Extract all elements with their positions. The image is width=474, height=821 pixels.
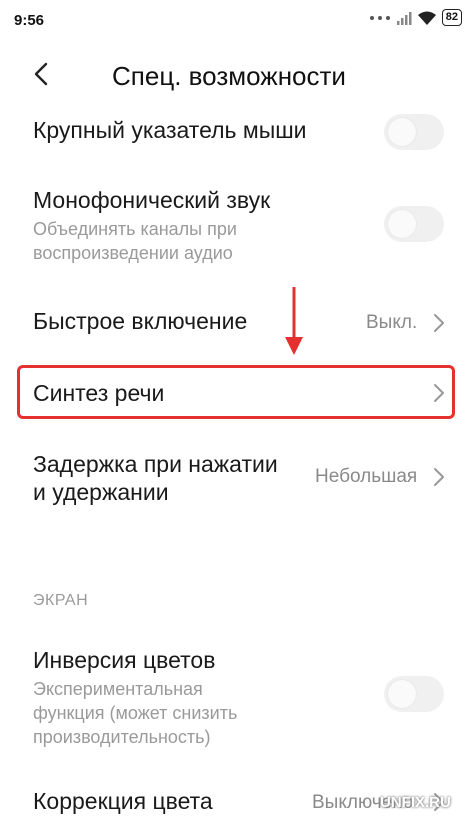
setting-subtitle: воспроизведении аудио [33,243,233,263]
status-bar: 9:56 82 [0,0,474,44]
setting-value: Выкл. [366,312,418,333]
status-time: 9:56 [14,12,45,29]
setting-value: Небольшая [315,466,418,487]
alarm-dots-icon [369,15,390,20]
battery-indicator: 82 [441,9,462,26]
chevron-right-icon [434,314,444,332]
chevron-right-icon [434,468,444,486]
signal-icon [396,11,412,25]
setting-mono-audio[interactable]: Монофонический звук Объединять каналы пр… [0,180,474,270]
status-icons: 82 [369,9,462,26]
setting-title: Крупный указатель мыши [33,117,307,143]
setting-quick-launch[interactable]: Быстрое включение Выкл. [0,294,474,350]
setting-title: Задержка при нажатии [33,451,278,477]
setting-subtitle: Экспериментальная [33,679,203,699]
setting-subtitle: функция (может снизить [33,703,238,723]
watermark: UNFIX.RU [380,794,451,811]
setting-title: Коррекция цвета [33,788,213,814]
setting-title: Синтез речи [33,380,165,406]
setting-title: Монофонический звук [33,187,271,213]
setting-color-inversion[interactable]: Инверсия цветов Экспериментальная функци… [0,640,474,752]
setting-title: и удержании [33,479,169,505]
header: Спец. возможности [0,44,474,104]
page-title: Спец. возможности [112,61,346,91]
back-arrow-icon [34,62,48,86]
section-header: ЭКРАН [33,592,89,609]
mono-audio-toggle[interactable] [384,206,444,242]
setting-title: Быстрое включение [33,308,248,334]
setting-subtitle: Объединять каналы при [33,219,237,239]
setting-touch-delay[interactable]: Задержка при нажатии и удержании Небольш… [0,440,474,516]
annotation-arrow-icon [285,287,303,355]
back-button[interactable] [26,58,56,90]
setting-subtitle: производительность) [33,727,211,747]
setting-large-pointer[interactable]: Крупный указатель мыши [0,104,474,162]
wifi-icon [417,11,436,25]
chevron-right-icon [434,384,444,402]
large-pointer-toggle[interactable] [384,114,444,150]
setting-title: Инверсия цветов [33,647,216,673]
setting-tts[interactable]: Синтез речи [0,367,474,417]
color-inversion-toggle[interactable] [384,676,444,712]
